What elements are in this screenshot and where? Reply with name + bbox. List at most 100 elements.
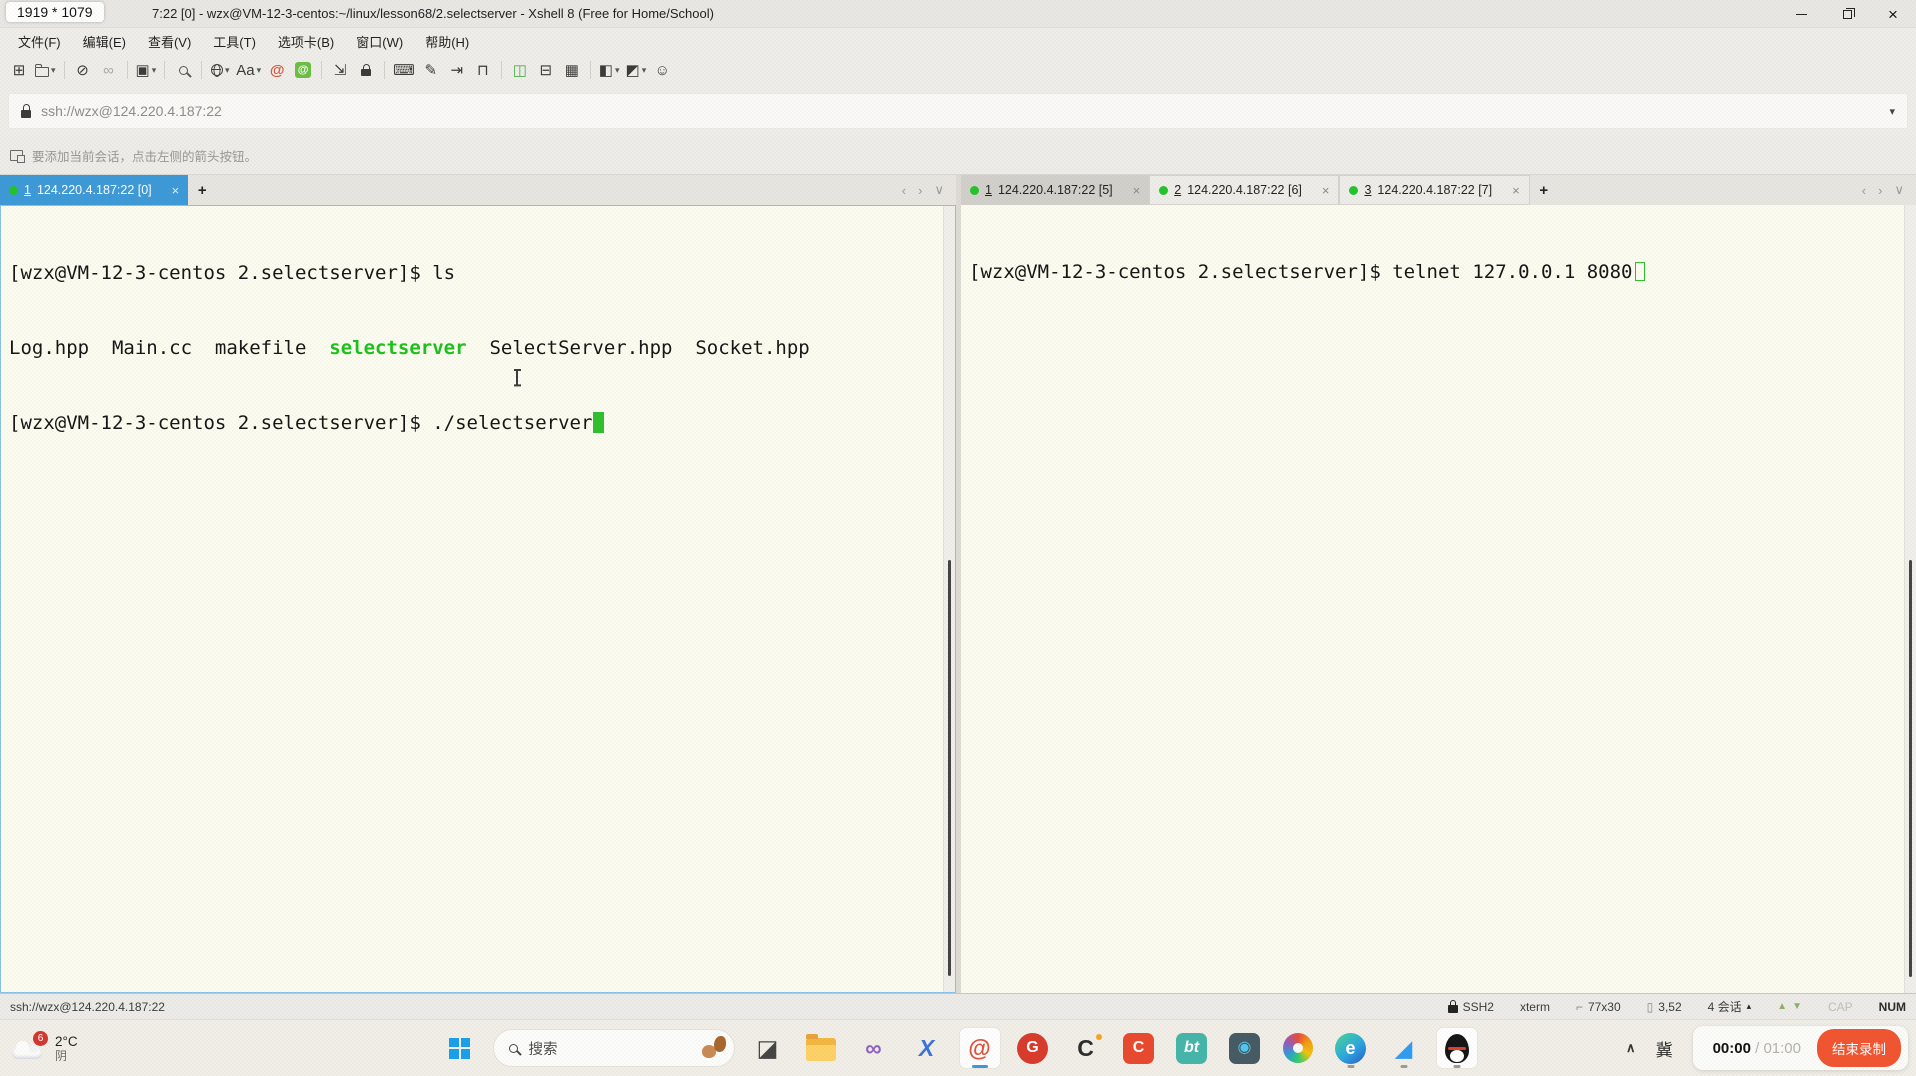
disconnect-button[interactable]: ⊘ xyxy=(70,57,96,83)
menu-item-1[interactable]: 文件(F) xyxy=(8,29,71,54)
new-tab-button[interactable]: + xyxy=(1530,175,1558,205)
tile-panes-button[interactable]: ▦ xyxy=(559,57,585,83)
palette-app-icon[interactable] xyxy=(1278,1028,1318,1068)
new-terminal-tab-button[interactable]: ▣ ▾ xyxy=(133,57,160,83)
menu-item-6[interactable]: 窗口(W) xyxy=(346,29,413,54)
search-doodle-image[interactable] xyxy=(700,1036,726,1060)
compose-bar-button[interactable]: ⊓ xyxy=(470,57,496,83)
csdn-icon[interactable]: C xyxy=(1119,1028,1159,1068)
tab-label: 124.220.4.187:22 [7] xyxy=(1377,183,1493,197)
xshell-icon[interactable]: @ xyxy=(959,1028,1000,1068)
photos-app-icon: ◪ xyxy=(756,1034,779,1061)
tab-scroll-prev-icon[interactable]: ‹ xyxy=(902,183,906,198)
right-pane: 1 124.220.4.187:22 [5] × 2 124.220.4.187:2… xyxy=(961,175,1916,993)
encoding-button[interactable]: ▾ xyxy=(207,57,233,83)
left-scrollbar[interactable] xyxy=(943,206,955,992)
menu-item-2[interactable]: 编辑(E) xyxy=(73,29,136,54)
highlight-pen-button[interactable]: ✎ xyxy=(418,57,444,83)
edge-browser-icon xyxy=(1335,1032,1366,1064)
taskbar-search[interactable]: 搜索 xyxy=(492,1029,735,1067)
ls-output: Log.hpp Main.cc makefile xyxy=(9,337,330,359)
session-status-dot xyxy=(1349,185,1359,195)
photos-app-icon[interactable]: ◪ xyxy=(748,1028,788,1068)
ssh-lock-icon xyxy=(1448,1000,1458,1013)
qq-icon[interactable] xyxy=(1436,1028,1477,1068)
left-pane: 1 124.220.4.187:22 [0] × + ‹ › ∨ [wzx@VM-… xyxy=(0,175,956,993)
tab-close-icon[interactable]: × xyxy=(1512,183,1520,198)
window-title: 7:22 [0] - wzx@VM-12-3-centos:~/linux/le… xyxy=(152,6,714,21)
csdn-icon: C xyxy=(1123,1032,1154,1064)
right-terminal[interactable]: [wzx@VM-12-3-centos 2.selectserver]$ tel… xyxy=(961,205,1904,993)
tab-list-menu-icon[interactable]: ∨ xyxy=(934,182,944,198)
file-explorer-icon[interactable] xyxy=(801,1028,841,1068)
menu-item-3[interactable]: 查看(V) xyxy=(138,29,201,54)
maximize-restore-button[interactable] xyxy=(1824,0,1870,28)
right-scrollbar-thumb[interactable] xyxy=(1909,559,1912,978)
baota-panel-icon[interactable]: bt xyxy=(1172,1028,1212,1068)
tab-scroll-prev-icon[interactable]: ‹ xyxy=(1862,183,1866,198)
visual-studio-blue-icon[interactable]: X xyxy=(907,1028,947,1068)
scroll-down-icon[interactable]: ▼ xyxy=(1792,1001,1802,1012)
split-vertical-icon: ⊟ xyxy=(539,61,553,79)
minimize-button[interactable] xyxy=(1778,0,1824,28)
virtual-keyboard-button[interactable]: ⌨ xyxy=(390,57,418,83)
status-protocol: SSH2 xyxy=(1448,1000,1494,1014)
lock-screen-button[interactable] xyxy=(353,57,379,83)
scroll-up-icon[interactable]: ▲ xyxy=(1777,1001,1787,1012)
close-button[interactable]: × xyxy=(1870,0,1916,28)
ls-output-executable: selectserver xyxy=(329,337,467,359)
font-button[interactable]: Aa ▾ xyxy=(233,57,264,83)
feedback-button[interactable]: ☺ xyxy=(649,57,675,83)
session-tab-right-1[interactable]: 1 124.220.4.187:22 [5] × xyxy=(961,175,1150,205)
open-sessions-button[interactable]: ▾ xyxy=(32,57,59,83)
xftp-transfer-button[interactable]: @ xyxy=(290,57,316,83)
split-horizontal-button[interactable]: ◫ xyxy=(507,57,533,83)
tab-close-icon[interactable]: × xyxy=(172,183,180,198)
vscode-icon[interactable]: ◢ xyxy=(1384,1028,1424,1068)
left-scrollbar-thumb[interactable] xyxy=(948,559,951,977)
session-tab-right-3[interactable]: 3 124.220.4.187:22 [7] × xyxy=(1339,175,1530,205)
visual-studio-icon[interactable]: ∞ xyxy=(854,1028,894,1068)
status-session-count[interactable]: 4 会话 ▴ xyxy=(1708,998,1752,1015)
baota-panel-icon: bt xyxy=(1176,1032,1207,1064)
menu-item-7[interactable]: 帮助(H) xyxy=(415,29,479,54)
tray-overflow-chevron-icon[interactable]: ∧ xyxy=(1626,1040,1636,1056)
xshell-logo-button[interactable]: @ xyxy=(264,57,290,83)
new-tab-button[interactable]: + xyxy=(188,175,216,205)
c-curve-app-icon[interactable]: C xyxy=(1066,1028,1106,1068)
left-tab-bar: 1 124.220.4.187:22 [0] × + ‹ › ∨ xyxy=(0,175,956,205)
tab-close-icon[interactable]: × xyxy=(1133,183,1141,198)
tab-list-menu-icon[interactable]: ∨ xyxy=(1894,182,1904,198)
address-input[interactable]: ssh://wzx@124.220.4.187:22 ▾ xyxy=(8,93,1908,129)
ime-tray-icon[interactable]: 冀 xyxy=(1656,1036,1673,1061)
status-screen-size: ⌐ 77x30 xyxy=(1576,1000,1621,1014)
session-tab-left-1[interactable]: 1 124.220.4.187:22 [0] × xyxy=(0,175,189,205)
edge-browser-icon[interactable] xyxy=(1331,1028,1371,1068)
send-text-button[interactable]: ⇥ xyxy=(444,57,470,83)
find-button[interactable] xyxy=(170,57,196,83)
tab-scroll-next-icon[interactable]: › xyxy=(1878,183,1882,198)
status-session-url: ssh://wzx@124.220.4.187:22 xyxy=(10,999,165,1014)
layout-preset-2-button[interactable]: ◩ ▾ xyxy=(623,57,650,83)
address-dropdown-icon[interactable]: ▾ xyxy=(1889,105,1895,118)
swirl-app-icon[interactable]: ◉ xyxy=(1225,1028,1265,1068)
weather-widget[interactable]: 6 2°C 阴 xyxy=(12,1031,78,1063)
new-session-button[interactable]: ⊞ xyxy=(6,57,32,83)
stop-recording-button[interactable]: 结束录制 xyxy=(1817,1029,1901,1067)
cursor-position-value: 3,52 xyxy=(1658,999,1682,1014)
menu-item-5[interactable]: 选项卡(B) xyxy=(268,29,344,54)
left-terminal[interactable]: [wzx@VM-12-3-centos 2.selectserver]$ ls … xyxy=(1,206,943,992)
prompt-run-selectserver: [wzx@VM-12-3-centos 2.selectserver]$ ./s… xyxy=(9,412,593,434)
menu-item-4[interactable]: 工具(T) xyxy=(203,29,266,54)
split-vertical-button[interactable]: ⊟ xyxy=(533,57,559,83)
g-app-icon[interactable]: G xyxy=(1013,1028,1053,1068)
tab-scroll-next-icon[interactable]: › xyxy=(918,183,922,198)
right-scrollbar[interactable] xyxy=(1904,205,1916,993)
session-tab-right-2[interactable]: 2 124.220.4.187:22 [6] × xyxy=(1149,175,1340,205)
layout-preset-button[interactable]: ◧ ▾ xyxy=(596,57,623,83)
toolbar-separator xyxy=(500,61,502,79)
tab-close-icon[interactable]: × xyxy=(1322,183,1330,198)
start-button[interactable] xyxy=(440,1028,480,1068)
fullscreen-button[interactable]: ⇲ xyxy=(327,57,353,83)
status-scroll-arrows: ▲ ▼ xyxy=(1777,1001,1802,1012)
